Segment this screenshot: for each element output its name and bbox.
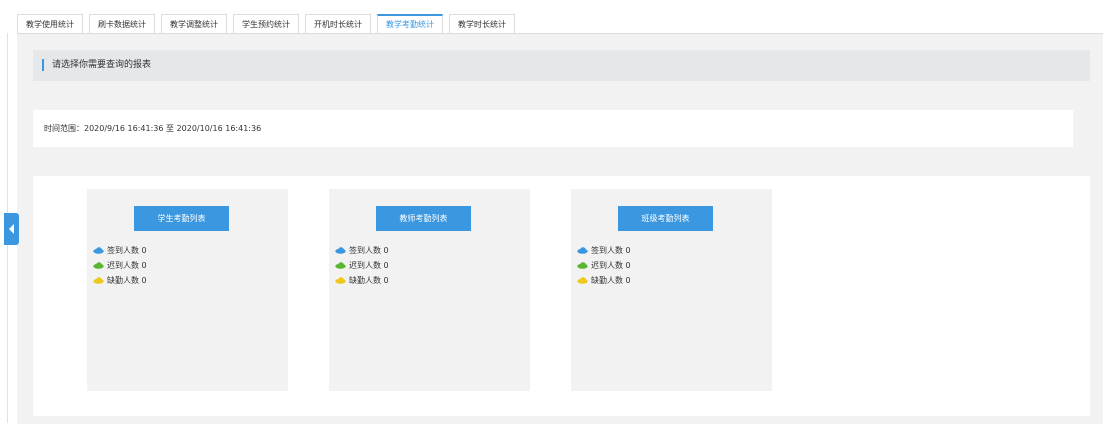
absent-value: 0 <box>383 276 389 285</box>
tab-card-swipe[interactable]: 刷卡数据统计 <box>89 14 155 33</box>
late-count-row: 迟到人数 0 <box>335 258 389 273</box>
time-range-text: 时间范围：2020/9/16 16:41:36 至 2020/10/16 16:… <box>44 124 262 133</box>
absent-label: 缺勤人数 <box>349 276 381 285</box>
absent-label: 缺勤人数 <box>591 276 623 285</box>
teacher-attendance-list-button[interactable]: 教师考勤列表 <box>376 206 471 231</box>
yellow-cloud-icon <box>93 277 104 284</box>
sidebar-toggle-button[interactable] <box>4 213 19 245</box>
section-title: 请选择你需要查询的报表 <box>52 60 152 70</box>
yellow-cloud-icon <box>577 277 588 284</box>
blue-cloud-icon <box>335 247 346 254</box>
time-range-box: 时间范围：2020/9/16 16:41:36 至 2020/10/16 16:… <box>33 110 1073 147</box>
tab-teaching-usage[interactable]: 教学使用统计 <box>17 14 83 33</box>
blue-cloud-icon <box>577 247 588 254</box>
late-label: 迟到人数 <box>349 261 381 270</box>
yellow-cloud-icon <box>335 277 346 284</box>
checkin-count-row: 签到人数 0 <box>335 243 389 258</box>
late-count-row: 迟到人数 0 <box>577 258 631 273</box>
late-value: 0 <box>141 261 147 270</box>
report-tabs: 教学使用统计 刷卡数据统计 教学调整统计 学生预约统计 开机时长统计 教学考勤统… <box>17 14 515 33</box>
checkin-label: 签到人数 <box>591 246 623 255</box>
header-accent-bar <box>42 59 44 71</box>
card-legend: 签到人数 0 迟到人数 0 缺勤人数 0 <box>577 243 631 288</box>
checkin-label: 签到人数 <box>349 246 381 255</box>
class-attendance-list-button[interactable]: 班级考勤列表 <box>618 206 713 231</box>
section-header: 请选择你需要查询的报表 <box>33 50 1090 81</box>
report-cards-area: 学生考勤列表 签到人数 0 迟到人数 0 缺勤人数 0 教师考勤列表 签到人数 … <box>33 176 1090 416</box>
late-label: 迟到人数 <box>591 261 623 270</box>
green-cloud-icon <box>93 262 104 269</box>
report-panel: 请选择你需要查询的报表 时间范围：2020/9/16 16:41:36 至 20… <box>17 33 1103 424</box>
checkin-label: 签到人数 <box>107 246 139 255</box>
absent-count-row: 缺勤人数 0 <box>577 273 631 288</box>
late-value: 0 <box>625 261 631 270</box>
caret-left-icon <box>9 224 14 234</box>
green-cloud-icon <box>577 262 588 269</box>
absent-value: 0 <box>625 276 631 285</box>
tab-power-on-duration[interactable]: 开机时长统计 <box>305 14 371 33</box>
late-count-row: 迟到人数 0 <box>93 258 147 273</box>
tab-teaching-adjust[interactable]: 教学调整统计 <box>161 14 227 33</box>
absent-count-row: 缺勤人数 0 <box>93 273 147 288</box>
teacher-attendance-card: 教师考勤列表 签到人数 0 迟到人数 0 缺勤人数 0 <box>329 189 530 391</box>
checkin-value: 0 <box>383 246 389 255</box>
checkin-value: 0 <box>625 246 631 255</box>
late-value: 0 <box>383 261 389 270</box>
class-attendance-card: 班级考勤列表 签到人数 0 迟到人数 0 缺勤人数 0 <box>571 189 772 391</box>
absent-count-row: 缺勤人数 0 <box>335 273 389 288</box>
card-legend: 签到人数 0 迟到人数 0 缺勤人数 0 <box>335 243 389 288</box>
tab-teaching-attendance[interactable]: 教学考勤统计 <box>377 14 443 33</box>
checkin-value: 0 <box>141 246 147 255</box>
late-label: 迟到人数 <box>107 261 139 270</box>
card-legend: 签到人数 0 迟到人数 0 缺勤人数 0 <box>93 243 147 288</box>
absent-value: 0 <box>141 276 147 285</box>
blue-cloud-icon <box>93 247 104 254</box>
student-attendance-card: 学生考勤列表 签到人数 0 迟到人数 0 缺勤人数 0 <box>87 189 288 391</box>
green-cloud-icon <box>335 262 346 269</box>
absent-label: 缺勤人数 <box>107 276 139 285</box>
student-attendance-list-button[interactable]: 学生考勤列表 <box>134 206 229 231</box>
checkin-count-row: 签到人数 0 <box>93 243 147 258</box>
tab-teaching-duration[interactable]: 教学时长统计 <box>449 14 515 33</box>
tab-student-booking[interactable]: 学生预约统计 <box>233 14 299 33</box>
checkin-count-row: 签到人数 0 <box>577 243 631 258</box>
